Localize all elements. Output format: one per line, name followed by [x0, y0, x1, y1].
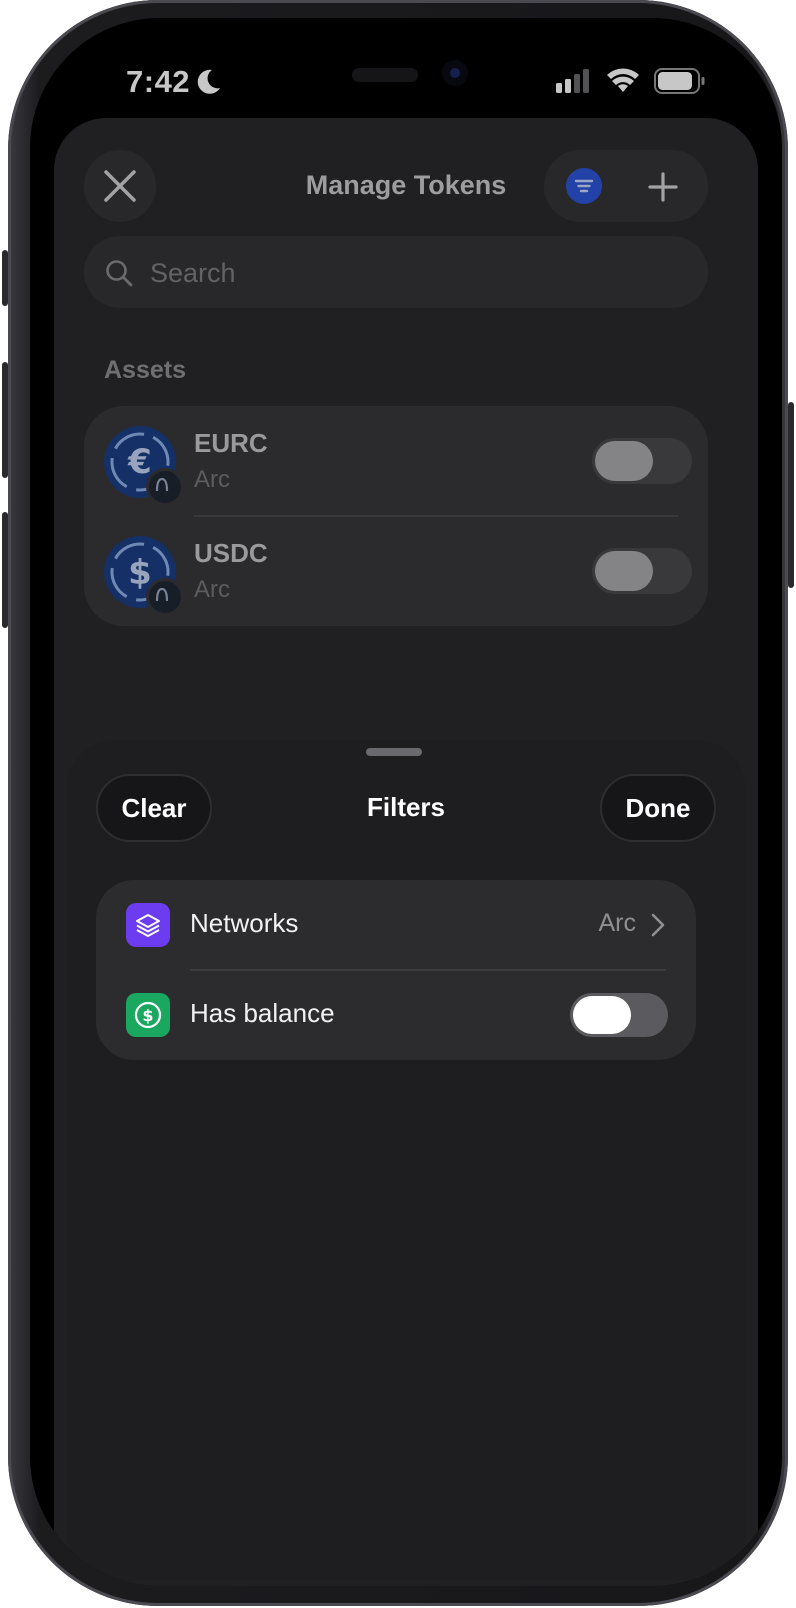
- filter-options: Networks Arc $ Has balance: [96, 880, 696, 1060]
- has-balance-toggle[interactable]: [570, 993, 668, 1037]
- sheet-grabber[interactable]: [366, 748, 422, 756]
- networks-label: Networks: [190, 908, 299, 938]
- dollar-circle-icon: $: [126, 993, 170, 1037]
- action-button: [2, 250, 8, 306]
- volume-up-button: [2, 362, 8, 478]
- done-button[interactable]: Done: [600, 774, 716, 842]
- power-button: [788, 402, 794, 588]
- svg-text:$: $: [142, 1006, 153, 1025]
- layers-icon: [126, 903, 170, 947]
- networks-row[interactable]: Networks Arc: [96, 880, 696, 971]
- volume-down-button: [2, 512, 8, 628]
- has-balance-row: $ Has balance: [96, 970, 696, 1060]
- has-balance-label: Has balance: [190, 998, 335, 1028]
- filters-sheet: Clear Filters Done Networks Arc $ Has ba…: [66, 740, 746, 1580]
- networks-value: Arc: [598, 909, 637, 937]
- screen: 7:42 Manage Tokens Search Assets € EURC …: [30, 18, 782, 1586]
- chevron-right-icon: [651, 913, 665, 937]
- phone-frame: 7:42 Manage Tokens Search Assets € EURC …: [2, 0, 794, 1606]
